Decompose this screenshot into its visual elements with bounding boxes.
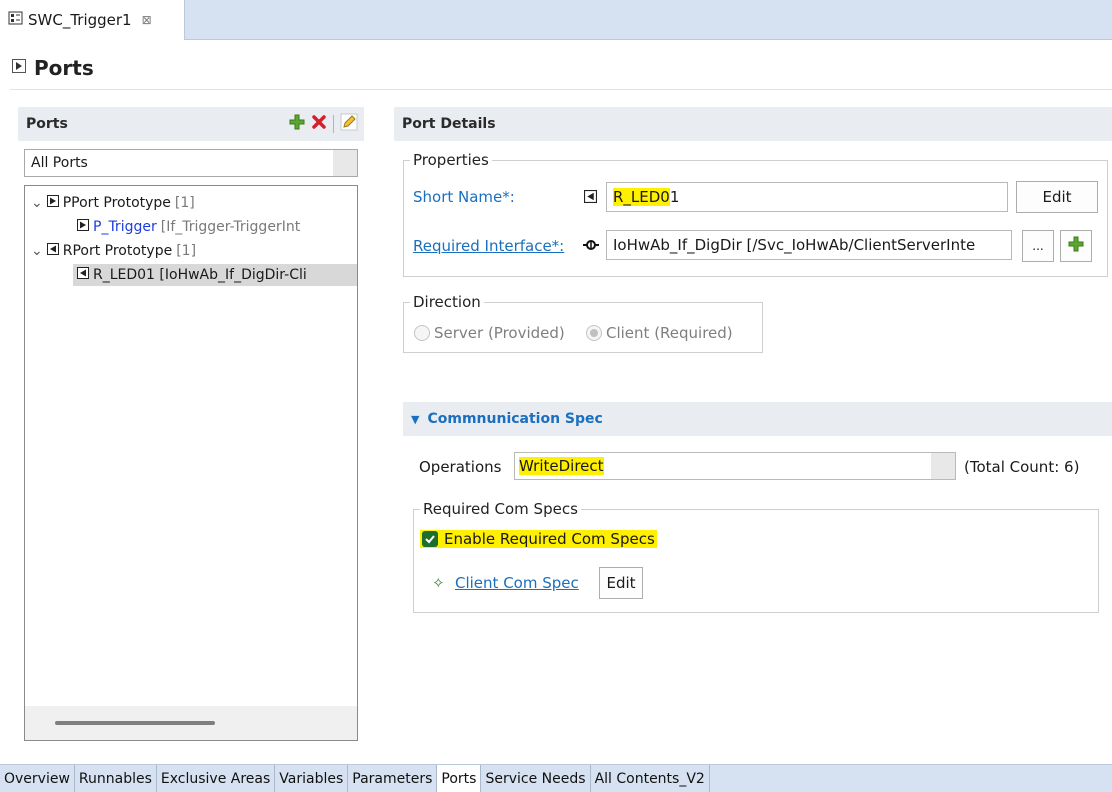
properties-legend: Properties: [413, 151, 489, 169]
ports-tree[interactable]: ⌄ PPort Prototype [1] P_Trigger [If_Trig…: [24, 185, 358, 741]
tab-ports[interactable]: Ports: [437, 765, 482, 792]
total-count: (Total Count: 6): [964, 458, 1080, 476]
tree-count: [1]: [174, 195, 195, 211]
comm-spec-header[interactable]: ▼ Commnunication Spec: [403, 402, 1112, 436]
browse-button[interactable]: ...: [1022, 230, 1054, 262]
direction-group: Direction: [403, 293, 763, 353]
direction-legend: Direction: [413, 293, 481, 311]
pport-icon: [77, 219, 89, 235]
rport-icon: [77, 267, 89, 283]
toolbar-separator: [333, 115, 334, 133]
tab-overview[interactable]: Overview: [0, 765, 75, 792]
header-divider: [10, 89, 1112, 90]
add-interface-button[interactable]: [1060, 230, 1092, 262]
required-com-specs-group: Required Com Specs: [413, 500, 1099, 613]
editor-tab-title: SWC_Trigger1: [28, 11, 132, 29]
enable-com-specs-checkbox[interactable]: Enable Required Com Specs: [420, 530, 657, 548]
pport-icon: [46, 195, 59, 211]
tree-node-rport[interactable]: ⌄ RPort Prototype [1]: [31, 240, 196, 262]
tree-label: P_Trigger: [93, 219, 157, 235]
tree-label: RPort Prototype: [62, 243, 173, 259]
operations-label: Operations: [419, 458, 502, 476]
filter-value: All Ports: [31, 155, 88, 171]
scrollbar-thumb[interactable]: [55, 721, 215, 725]
operations-dropdown-button[interactable]: [931, 453, 955, 479]
tree-label: R_LED01 [IoHwAb_If_DigDir-Cli: [93, 267, 307, 283]
ports-panel-header: Ports: [18, 107, 364, 141]
tab-service-needs[interactable]: Service Needs: [481, 765, 591, 792]
ports-filter-select[interactable]: All Ports: [24, 149, 358, 177]
radio-client-indicator[interactable]: [586, 325, 602, 341]
chevron-down-icon[interactable]: ⌄: [31, 243, 43, 259]
add-port-icon[interactable]: [289, 114, 305, 134]
rport-icon: [584, 190, 597, 207]
tree-count: [1]: [176, 243, 197, 259]
edit-short-name-button[interactable]: Edit: [1016, 181, 1098, 213]
tree-detail: [If_Trigger-TriggerInt: [160, 219, 301, 235]
component-icon: [8, 10, 24, 30]
tab-variables[interactable]: Variables: [275, 765, 349, 792]
tree-node-pport[interactable]: ⌄ PPort Prototype [1]: [31, 192, 195, 214]
checkbox-checked-icon[interactable]: [422, 531, 438, 547]
add-icon: [1068, 236, 1084, 256]
rport-icon: [46, 243, 59, 259]
editor-page-tabs: Overview Runnables Exclusive Areas Varia…: [0, 764, 1112, 792]
required-interface-link[interactable]: Required Interface*:: [413, 237, 564, 255]
short-name-rest: 1: [669, 188, 680, 206]
required-interface-icon: [582, 236, 600, 258]
required-interface-value: IoHwAb_If_DigDir [/Svc_IoHwAb/ClientServ…: [613, 236, 976, 254]
radio-server-label: Server (Provided): [434, 324, 565, 342]
tree-node-p-trigger[interactable]: P_Trigger [If_Trigger-TriggerInt: [77, 216, 300, 238]
tree-node-r-led01[interactable]: R_LED01 [IoHwAb_If_DigDir-Cli: [73, 264, 357, 286]
editor-tab-swc-trigger1[interactable]: SWC_Trigger1 ⊠: [0, 0, 185, 40]
collapse-toggle-icon[interactable]: [12, 59, 26, 77]
radio-client[interactable]: Client (Required): [586, 324, 733, 342]
page-title: Ports: [34, 56, 94, 80]
short-name-label: Short Name*:: [413, 188, 515, 206]
client-com-spec-link[interactable]: Client Com Spec: [455, 574, 579, 592]
tab-all-contents-v2[interactable]: All Contents_V2: [591, 765, 710, 792]
edit-pencil-icon[interactable]: [340, 113, 358, 135]
tab-runnables[interactable]: Runnables: [75, 765, 157, 792]
operations-value: WriteDirect: [519, 457, 604, 475]
chevron-down-icon[interactable]: ⌄: [31, 195, 43, 211]
ports-panel-title: Ports: [26, 116, 68, 132]
port-details-header: Port Details: [394, 107, 1112, 141]
expand-arrow-icon[interactable]: ▼: [411, 413, 419, 426]
tree-label: PPort Prototype: [62, 195, 171, 211]
required-com-specs-legend: Required Com Specs: [423, 500, 578, 518]
short-name-input[interactable]: R_LED0 1: [606, 182, 1008, 212]
operations-select[interactable]: WriteDirect: [514, 452, 956, 480]
radio-server[interactable]: Server (Provided): [414, 324, 565, 342]
radio-server-indicator[interactable]: [414, 325, 430, 341]
radio-client-label: Client (Required): [606, 324, 733, 342]
required-interface-input[interactable]: IoHwAb_If_DigDir [/Svc_IoHwAb/ClientServ…: [606, 230, 1012, 260]
tab-exclusive-areas[interactable]: Exclusive Areas: [157, 765, 276, 792]
comm-spec-title: Commnunication Spec: [427, 411, 603, 427]
filter-dropdown-button[interactable]: [333, 150, 357, 176]
delete-port-icon[interactable]: [311, 114, 327, 134]
port-details-title: Port Details: [402, 116, 496, 132]
edit-client-com-spec-button[interactable]: Edit: [599, 567, 643, 599]
short-name-highlighted: R_LED0: [613, 188, 670, 206]
page-header: Ports: [12, 56, 94, 80]
com-spec-star-icon: ✧: [432, 574, 445, 592]
tab-parameters[interactable]: Parameters: [348, 765, 438, 792]
close-icon[interactable]: ⊠: [142, 13, 152, 27]
enable-com-specs-label: Enable Required Com Specs: [444, 530, 655, 548]
horizontal-scrollbar[interactable]: [25, 706, 357, 740]
